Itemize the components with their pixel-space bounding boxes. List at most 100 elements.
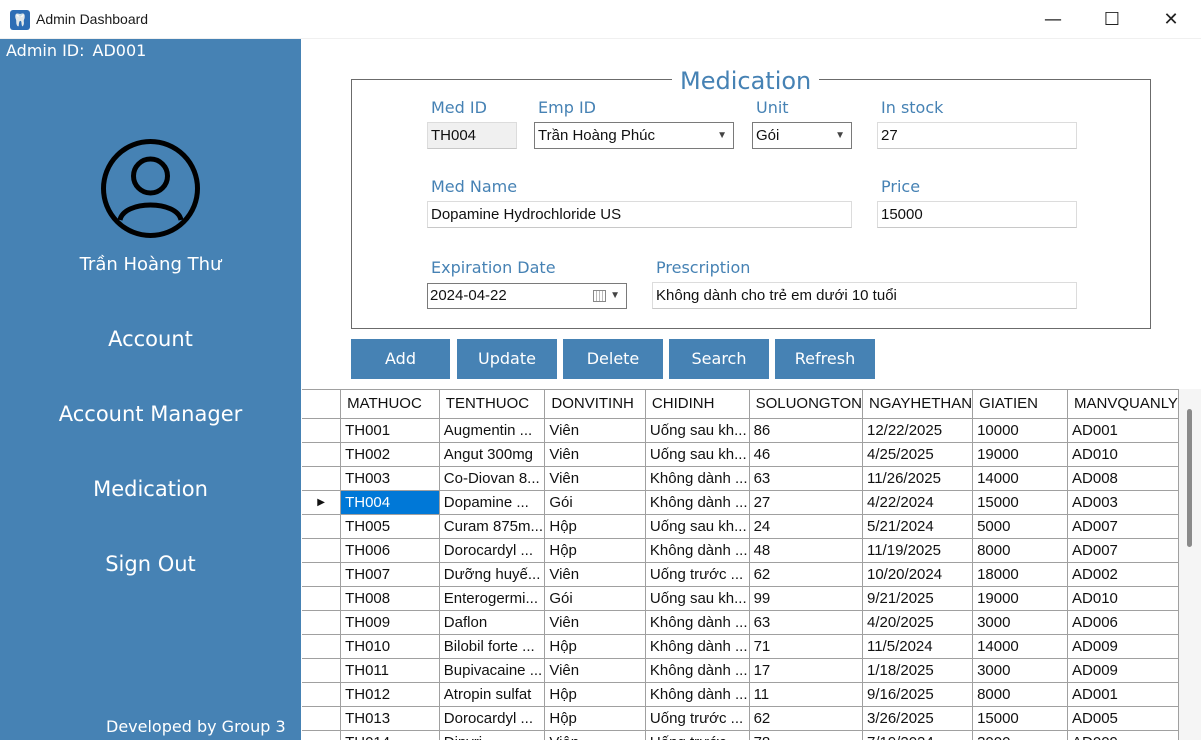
table-cell[interactable]: Uống trước ... [645, 730, 750, 740]
price-field[interactable]: 15000 [877, 201, 1077, 228]
table-cell[interactable]: 15000 [972, 706, 1069, 731]
table-cell[interactable]: Không dành ... [645, 634, 750, 659]
table-row[interactable]: TH001 Augmentin ... Viên Uống sau kh... 86 12… [302, 418, 1179, 443]
table-cell[interactable]: Không dành ... [645, 466, 750, 491]
table-cell[interactable]: 3000 [972, 610, 1069, 635]
nav-account[interactable]: Account [0, 327, 301, 351]
row-header[interactable] [302, 610, 342, 635]
column-header[interactable]: DONVITINH [544, 390, 646, 419]
table-cell[interactable]: Uống sau kh... [645, 586, 750, 611]
delete-button[interactable]: Delete [563, 339, 663, 379]
table-cell[interactable]: 48 [749, 538, 863, 563]
table-cell[interactable]: TH004 [340, 490, 440, 515]
add-button[interactable]: Add [351, 339, 450, 379]
table-cell[interactable]: AD001 [1067, 418, 1179, 443]
table-cell[interactable]: Viên [544, 442, 646, 467]
table-cell[interactable]: 63 [749, 466, 863, 491]
table-cell[interactable]: 8000 [972, 682, 1069, 707]
table-cell[interactable]: Không dành ... [645, 682, 750, 707]
row-header[interactable] [302, 418, 342, 443]
table-cell[interactable]: Gói [544, 586, 646, 611]
table-cell[interactable]: Viên [544, 562, 646, 587]
table-cell[interactable]: TH001 [340, 418, 440, 443]
table-cell[interactable]: 3/26/2025 [862, 706, 974, 731]
table-cell[interactable]: 10000 [972, 418, 1069, 443]
table-cell[interactable]: 4/22/2024 [862, 490, 974, 515]
table-cell[interactable]: TH009 [340, 610, 440, 635]
table-row[interactable]: TH006 Dorocardyl ... Hộp Không dành ... 48 11… [302, 538, 1179, 563]
table-cell[interactable]: Hộp [544, 634, 646, 659]
table-cell[interactable]: 11/26/2025 [862, 466, 974, 491]
calendar-icon[interactable] [593, 290, 606, 302]
table-cell[interactable]: Augmentin ... [439, 418, 546, 443]
refresh-button[interactable]: Refresh [775, 339, 875, 379]
table-cell[interactable]: 11/19/2025 [862, 538, 974, 563]
table-cell[interactable]: Enterogermi... [439, 586, 546, 611]
table-cell[interactable]: 14000 [972, 466, 1069, 491]
table-cell[interactable]: Angut 300mg [439, 442, 546, 467]
table-cell[interactable]: Dorocardyl ... [439, 538, 546, 563]
table-row[interactable]: TH013 Dorocardyl ... Hộp Uống trước ... 62 3/… [302, 706, 1179, 731]
emp-id-select[interactable]: Trần Hoàng Phúc ▼ [534, 122, 734, 149]
table-cell[interactable]: 18000 [972, 562, 1069, 587]
table-cell[interactable]: AD008 [1067, 466, 1179, 491]
table-cell[interactable]: Dipyri... [439, 730, 546, 740]
row-header[interactable] [302, 682, 342, 707]
in-stock-field[interactable]: 27 [877, 122, 1077, 149]
table-cell[interactable]: 4/25/2025 [862, 442, 974, 467]
table-cell[interactable]: Hộp [544, 706, 646, 731]
table-cell[interactable]: 99 [749, 586, 863, 611]
table-row[interactable]: TH003 Co-Diovan 8... Viên Không dành ... 63 1… [302, 466, 1179, 491]
minimize-button[interactable]: — [1024, 0, 1082, 39]
table-cell[interactable]: 5/21/2024 [862, 514, 974, 539]
table-cell[interactable]: Uống sau kh... [645, 514, 750, 539]
scrollbar-thumb[interactable] [1187, 409, 1192, 547]
table-cell[interactable]: Hộp [544, 514, 646, 539]
table-cell[interactable]: TH005 [340, 514, 440, 539]
column-header[interactable]: CHIDINH [645, 390, 750, 419]
table-cell[interactable]: Dưỡng huyế... [439, 562, 546, 587]
table-cell[interactable]: AD002 [1067, 562, 1179, 587]
table-cell[interactable]: AD005 [1067, 706, 1179, 731]
table-cell[interactable]: TH003 [340, 466, 440, 491]
row-header[interactable] [302, 466, 342, 491]
table-cell[interactable]: TH002 [340, 442, 440, 467]
table-cell[interactable]: TH013 [340, 706, 440, 731]
chevron-down-icon[interactable]: ▼ [610, 284, 620, 308]
table-cell[interactable]: Uống trước ... [645, 562, 750, 587]
row-header[interactable] [302, 562, 342, 587]
table-cell[interactable]: 11/5/2024 [862, 634, 974, 659]
table-cell[interactable]: Uống trước ... [645, 706, 750, 731]
table-cell[interactable]: 27 [749, 490, 863, 515]
table-cell[interactable]: 46 [749, 442, 863, 467]
table-cell[interactable]: Không dành ... [645, 610, 750, 635]
table-cell[interactable]: 19000 [972, 586, 1069, 611]
table-cell[interactable]: Hộp [544, 538, 646, 563]
table-cell[interactable]: 78 [749, 730, 863, 740]
table-cell[interactable]: 3000 [972, 730, 1069, 740]
row-header[interactable] [302, 706, 342, 731]
table-cell[interactable]: Bilobil forte ... [439, 634, 546, 659]
row-header[interactable] [302, 514, 342, 539]
table-cell[interactable]: Uống sau kh... [645, 442, 750, 467]
table-cell[interactable]: Dopamine ... [439, 490, 546, 515]
nav-account-manager[interactable]: Account Manager [0, 402, 301, 426]
table-cell[interactable]: AD007 [1067, 538, 1179, 563]
nav-medication[interactable]: Medication [0, 477, 301, 501]
column-header[interactable]: GIATIEN [972, 390, 1069, 419]
table-cell[interactable]: 12/22/2025 [862, 418, 974, 443]
nav-sign-out[interactable]: Sign Out [0, 552, 301, 576]
table-row[interactable]: TH005 Curam 875m... Hộp Uống sau kh... 24 5/2… [302, 514, 1179, 539]
table-cell[interactable]: 17 [749, 658, 863, 683]
row-header[interactable]: ▶ [302, 490, 342, 515]
table-cell[interactable]: Curam 875m... [439, 514, 546, 539]
close-button[interactable]: ✕ [1142, 0, 1200, 39]
table-cell[interactable]: Dorocardyl ... [439, 706, 546, 731]
table-cell[interactable]: 9/21/2025 [862, 586, 974, 611]
table-cell[interactable]: 19000 [972, 442, 1069, 467]
table-cell[interactable]: 11 [749, 682, 863, 707]
table-cell[interactable]: Không dành ... [645, 490, 750, 515]
table-row[interactable]: TH010 Bilobil forte ... Hộp Không dành ... 7… [302, 634, 1179, 659]
table-cell[interactable]: Không dành ... [645, 538, 750, 563]
table-cell[interactable]: AD009 [1067, 658, 1179, 683]
